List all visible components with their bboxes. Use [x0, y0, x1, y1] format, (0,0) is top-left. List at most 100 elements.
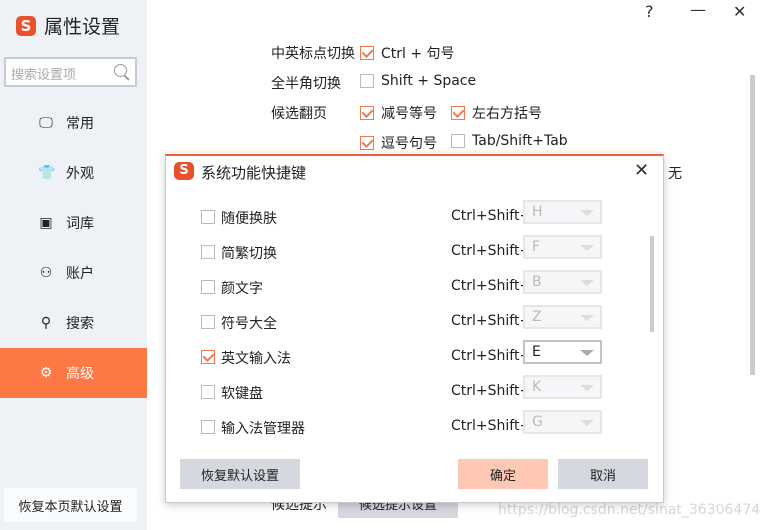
shortcut-name: 随便换肤	[221, 211, 277, 227]
help-button[interactable]: ?	[645, 2, 654, 21]
shortcut-key-select[interactable]: Z	[523, 305, 602, 329]
punct-label: 中英标点切换	[271, 46, 355, 62]
shortcut-modifier: Ctrl+Shift+	[451, 313, 532, 329]
chevron-down-icon	[580, 280, 594, 286]
ok-button[interactable]: 确定	[458, 459, 548, 489]
sidebar-item-5[interactable]: ⚙ 高级	[0, 348, 147, 398]
close-icon[interactable]: ✕	[634, 160, 649, 181]
chevron-down-icon	[580, 385, 594, 391]
punct-option: Ctrl + 句号	[381, 46, 455, 62]
shortcut-row: 随便换肤 Ctrl+Shift+ H	[201, 200, 602, 228]
paging-option: 减号等号	[381, 106, 437, 122]
shortcut-row: 软键盘 Ctrl+Shift+ K	[201, 375, 602, 403]
width-label: 全半角切换	[271, 76, 341, 92]
shortcut-modifier: Ctrl+Shift+	[451, 348, 532, 364]
shortcut-checkbox[interactable]	[201, 385, 215, 399]
shortcut-key: B	[532, 274, 542, 290]
shortcut-checkbox[interactable]	[201, 210, 215, 224]
shortcut-modifier: Ctrl+Shift+	[451, 243, 532, 259]
shirt-icon: 👕	[38, 165, 56, 181]
close-window-button[interactable]: ✕	[733, 2, 746, 21]
shortcut-modifier: Ctrl+Shift+	[451, 383, 532, 399]
dialog-scrollbar[interactable]	[650, 236, 654, 332]
shortcut-key-select[interactable]: E	[523, 340, 602, 364]
shortcut-checkbox[interactable]	[201, 350, 215, 364]
gear-icon: ⚙	[39, 365, 53, 381]
chevron-down-icon	[580, 210, 594, 216]
sidebar: S 属性设置 搜索设置项 🖵 常用 👕 外观 ▣ 词库 ⚇ 账户 ⚲ 搜索 ⚙ 高级 恢复本页默认设置	[0, 0, 147, 530]
search-input[interactable]: 搜索设置项	[4, 57, 137, 87]
sidebar-item-label: 账户	[66, 266, 94, 282]
shortcut-key: H	[532, 204, 543, 220]
main-scrollbar[interactable]	[750, 75, 755, 375]
restore-defaults-button[interactable]: 恢复默认设置	[180, 459, 300, 489]
sidebar-item-label: 搜索	[66, 316, 94, 332]
sogou-logo: S	[16, 16, 36, 36]
shortcut-key-select[interactable]: F	[523, 235, 602, 259]
paging-label: 候选翻页	[271, 106, 327, 122]
chevron-down-icon	[580, 350, 594, 356]
chevron-down-icon	[580, 245, 594, 251]
reset-page-defaults-button[interactable]: 恢复本页默认设置	[4, 488, 137, 522]
paging-checkbox[interactable]	[360, 136, 374, 150]
shortcut-modifier: Ctrl+Shift+	[451, 278, 532, 294]
shortcut-key: K	[532, 379, 542, 395]
chevron-down-icon	[580, 315, 594, 321]
shortcut-modifier: Ctrl+Shift+	[451, 418, 532, 434]
cancel-button[interactable]: 取消	[558, 459, 648, 489]
partial-text: 无	[668, 166, 682, 182]
shortcut-name: 输入法管理器	[221, 421, 305, 437]
chevron-down-icon	[580, 420, 594, 426]
shortcut-row: 英文输入法 Ctrl+Shift+ E	[201, 340, 602, 368]
sidebar-item-label: 高级	[66, 366, 94, 382]
sidebar-item-0[interactable]: 🖵 常用	[0, 98, 147, 148]
sidebar-item-3[interactable]: ⚇ 账户	[0, 248, 147, 298]
shortcut-key: F	[532, 239, 541, 255]
paging-option: 左右方括号	[472, 106, 542, 122]
shortcut-key-select[interactable]: G	[523, 410, 602, 434]
user-icon: ⚇	[39, 265, 53, 281]
shortcut-row: 符号大全 Ctrl+Shift+ Z	[201, 305, 602, 333]
paging-option: 逗号句号	[381, 136, 437, 152]
paging-option: Tab/Shift+Tab	[472, 133, 568, 149]
dialog-title: 系统功能快捷键	[201, 164, 307, 182]
shortcut-checkbox[interactable]	[201, 420, 215, 434]
shortcut-checkbox[interactable]	[201, 245, 215, 259]
search-icon[interactable]	[114, 64, 127, 77]
shortcut-name: 颜文字	[221, 281, 263, 297]
shortcut-row: 输入法管理器 Ctrl+Shift+ G	[201, 410, 602, 438]
book-icon: ▣	[39, 215, 53, 231]
search-placeholder: 搜索设置项	[11, 68, 77, 83]
paging-checkbox[interactable]	[451, 106, 465, 120]
shortcut-name: 符号大全	[221, 316, 277, 332]
width-checkbox[interactable]	[360, 74, 374, 88]
sidebar-item-4[interactable]: ⚲ 搜索	[0, 298, 147, 348]
shortcut-key-select[interactable]: H	[523, 200, 602, 224]
sogou-logo: S	[174, 162, 194, 180]
width-option: Shift + Space	[381, 73, 477, 89]
minimize-button[interactable]: —	[690, 0, 706, 19]
sidebar-item-2[interactable]: ▣ 词库	[0, 198, 147, 248]
paging-checkbox[interactable]	[360, 106, 374, 120]
shortcut-key-select[interactable]: K	[523, 375, 602, 399]
sidebar-item-label: 词库	[66, 216, 94, 232]
search-icon: ⚲	[40, 315, 52, 331]
shortcut-key: E	[532, 344, 541, 360]
shortcut-name: 简繁切换	[221, 246, 277, 262]
shortcut-checkbox[interactable]	[201, 315, 215, 329]
shortcut-key: G	[532, 414, 543, 430]
sidebar-item-label: 外观	[66, 166, 94, 182]
monitor-icon: 🖵	[39, 115, 53, 131]
shortcut-row: 简繁切换 Ctrl+Shift+ F	[201, 235, 602, 263]
shortcut-name: 英文输入法	[221, 351, 291, 367]
shortcut-row: 颜文字 Ctrl+Shift+ B	[201, 270, 602, 298]
paging-checkbox[interactable]	[451, 134, 465, 148]
shortcut-key-select[interactable]: B	[523, 270, 602, 294]
shortcut-dialog: S 系统功能快捷键 ✕ 随便换肤 Ctrl+Shift+ H 简繁切换 Ctrl…	[165, 154, 664, 503]
punct-checkbox[interactable]	[360, 46, 374, 60]
shortcut-name: 软键盘	[221, 386, 263, 402]
shortcut-key: Z	[532, 309, 542, 325]
shortcut-checkbox[interactable]	[201, 280, 215, 294]
app-title: 属性设置	[44, 16, 121, 38]
sidebar-item-1[interactable]: 👕 外观	[0, 148, 147, 198]
